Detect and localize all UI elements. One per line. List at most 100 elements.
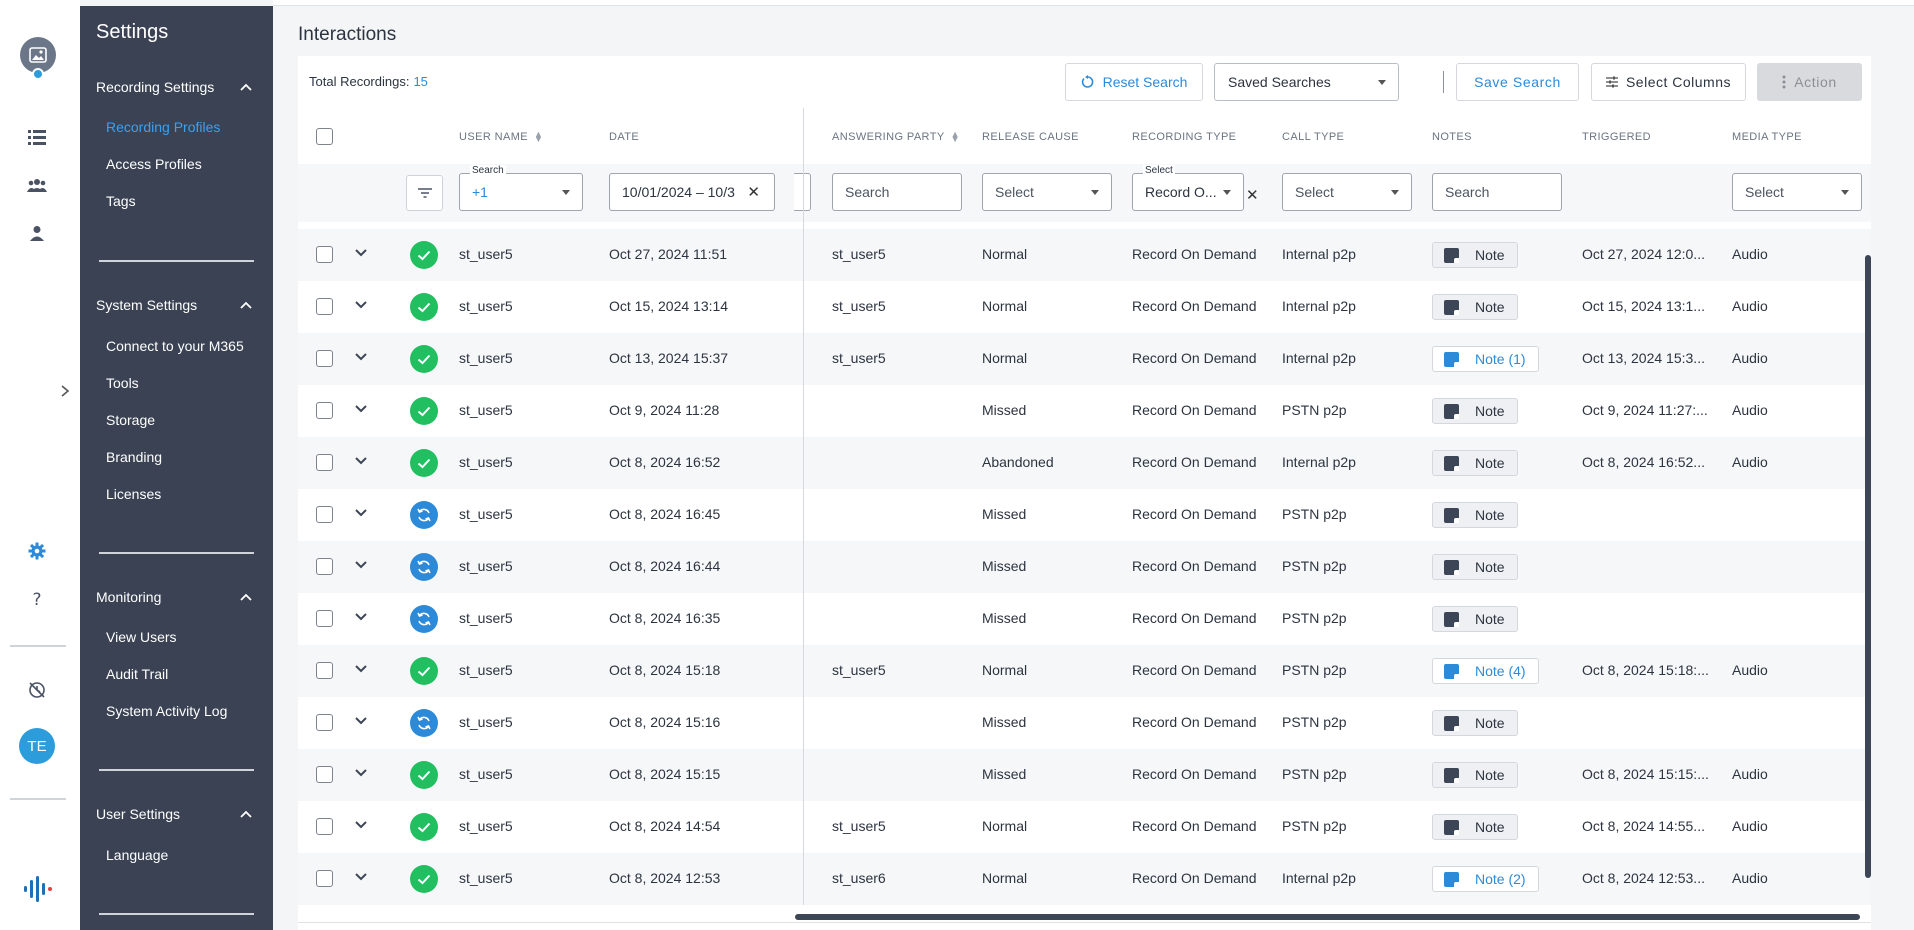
expand-chevron-icon[interactable] bbox=[354, 505, 368, 519]
list-icon[interactable] bbox=[26, 126, 48, 148]
table-row[interactable]: st_user5 Oct 8, 2024 16:45 Missed Record On… bbox=[298, 489, 1871, 541]
row-checkbox[interactable] bbox=[316, 298, 333, 315]
table-row[interactable]: st_user5 Oct 8, 2024 14:54 st_user5 Normal R… bbox=[298, 801, 1871, 853]
person-icon[interactable] bbox=[26, 222, 48, 244]
table-row[interactable]: st_user5 Oct 8, 2024 12:53 st_user6 Normal R… bbox=[298, 853, 1871, 905]
sidebar-item-tags[interactable]: Tags bbox=[106, 193, 136, 209]
header-call-type[interactable]: CALL TYPE bbox=[1282, 131, 1344, 143]
help-icon[interactable]: ? bbox=[26, 589, 48, 611]
reset-search-button[interactable]: Reset Search bbox=[1065, 63, 1203, 101]
sidebar-item-branding[interactable]: Branding bbox=[106, 449, 162, 465]
date-range-filter[interactable]: 10/01/2024 – 10/3 ✕ bbox=[609, 173, 775, 211]
select-all-checkbox[interactable] bbox=[316, 128, 333, 145]
row-checkbox[interactable] bbox=[316, 662, 333, 679]
note-button[interactable]: Note (2) bbox=[1432, 866, 1539, 892]
expand-chevron-icon[interactable] bbox=[354, 713, 368, 727]
sidebar-item-tools[interactable]: Tools bbox=[106, 375, 139, 391]
expand-chevron-icon[interactable] bbox=[354, 401, 368, 415]
table-row[interactable]: st_user5 Oct 15, 2024 13:14 st_user5 Normal… bbox=[298, 281, 1871, 333]
expand-chevron-icon[interactable] bbox=[354, 453, 368, 467]
sidebar-item-view-users[interactable]: View Users bbox=[106, 629, 177, 645]
saved-searches-dropdown[interactable]: Saved Searches bbox=[1214, 63, 1399, 101]
note-button[interactable]: Note bbox=[1432, 606, 1518, 632]
section-monitoring[interactable]: Monitoring bbox=[96, 589, 161, 605]
table-row[interactable]: st_user5 Oct 8, 2024 15:18 st_user5 Normal R… bbox=[298, 645, 1871, 697]
row-checkbox[interactable] bbox=[316, 454, 333, 471]
row-checkbox[interactable] bbox=[316, 870, 333, 887]
notes-filter[interactable]: Search bbox=[1432, 173, 1562, 211]
header-user-name[interactable]: USER NAME ▲ ▼ bbox=[459, 130, 543, 144]
select-columns-button[interactable]: Select Columns bbox=[1591, 63, 1746, 101]
sort-icon[interactable]: ▲ ▼ bbox=[951, 130, 960, 144]
header-recording-type[interactable]: RECORDING TYPE bbox=[1132, 131, 1236, 143]
row-checkbox[interactable] bbox=[316, 506, 333, 523]
expand-chevron-icon[interactable] bbox=[354, 245, 368, 259]
note-button[interactable]: Note (1) bbox=[1432, 346, 1539, 372]
action-button[interactable]: Action bbox=[1757, 63, 1862, 101]
answering-party-filter[interactable]: Search bbox=[832, 173, 962, 211]
note-button[interactable]: Note bbox=[1432, 814, 1518, 840]
sidebar-item-licenses[interactable]: Licenses bbox=[106, 486, 161, 502]
row-checkbox[interactable] bbox=[316, 350, 333, 367]
note-button[interactable]: Note bbox=[1432, 762, 1518, 788]
expand-chevron-icon[interactable] bbox=[60, 384, 74, 398]
vertical-scrollbar[interactable] bbox=[1865, 255, 1871, 878]
chevron-up-icon[interactable] bbox=[240, 298, 252, 312]
expand-chevron-icon[interactable] bbox=[354, 817, 368, 831]
expand-chevron-icon[interactable] bbox=[354, 869, 368, 883]
expand-chevron-icon[interactable] bbox=[354, 609, 368, 623]
note-button[interactable]: Note bbox=[1432, 710, 1518, 736]
filter-toggle-button[interactable] bbox=[406, 175, 443, 211]
note-button[interactable]: Note bbox=[1432, 502, 1518, 528]
note-button[interactable]: Note bbox=[1432, 242, 1518, 268]
note-button[interactable]: Note bbox=[1432, 450, 1518, 476]
sidebar-item-system-activity-log[interactable]: System Activity Log bbox=[106, 703, 227, 719]
expand-chevron-icon[interactable] bbox=[354, 349, 368, 363]
history-icon[interactable] bbox=[26, 679, 48, 701]
chevron-up-icon[interactable] bbox=[240, 590, 252, 604]
chevron-up-icon[interactable] bbox=[240, 807, 252, 821]
header-date[interactable]: DATE bbox=[609, 131, 639, 143]
table-row[interactable]: st_user5 Oct 13, 2024 15:37 st_user5 Normal… bbox=[298, 333, 1871, 385]
section-user-settings[interactable]: User Settings bbox=[96, 806, 180, 822]
header-triggered[interactable]: TRIGGERED bbox=[1582, 131, 1651, 143]
row-checkbox[interactable] bbox=[316, 246, 333, 263]
horizontal-scrollbar[interactable] bbox=[795, 914, 1860, 920]
row-checkbox[interactable] bbox=[316, 714, 333, 731]
save-search-button[interactable]: Save Search bbox=[1456, 63, 1579, 101]
total-count[interactable]: 15 bbox=[413, 74, 427, 89]
row-checkbox[interactable] bbox=[316, 818, 333, 835]
expand-chevron-icon[interactable] bbox=[354, 765, 368, 779]
sidebar-item-connect-m365[interactable]: Connect to your M365 bbox=[106, 338, 244, 354]
note-button[interactable]: Note bbox=[1432, 554, 1518, 580]
table-row[interactable]: st_user5 Oct 27, 2024 11:51 st_user5 Normal… bbox=[298, 229, 1871, 281]
group-icon[interactable] bbox=[26, 174, 48, 196]
row-checkbox[interactable] bbox=[316, 558, 333, 575]
table-row[interactable]: st_user5 Oct 8, 2024 16:44 Missed Record On… bbox=[298, 541, 1871, 593]
user-name-filter[interactable]: +1 bbox=[459, 173, 583, 211]
table-row[interactable]: st_user5 Oct 8, 2024 15:16 Missed Record On… bbox=[298, 697, 1871, 749]
table-row[interactable]: st_user5 Oct 8, 2024 16:35 Missed Record On… bbox=[298, 593, 1871, 645]
sort-icon[interactable]: ▲ ▼ bbox=[534, 130, 543, 144]
section-system-settings[interactable]: System Settings bbox=[96, 297, 197, 313]
sidebar-item-access-profiles[interactable]: Access Profiles bbox=[106, 156, 202, 172]
user-avatar[interactable]: TE bbox=[19, 728, 55, 764]
sidebar-item-recording-profiles[interactable]: Recording Profiles bbox=[106, 119, 220, 135]
chevron-up-icon[interactable] bbox=[240, 80, 252, 94]
table-row[interactable]: st_user5 Oct 8, 2024 16:52 Abandoned Record… bbox=[298, 437, 1871, 489]
recording-type-filter[interactable]: Record O... bbox=[1132, 173, 1244, 211]
expand-chevron-icon[interactable] bbox=[354, 557, 368, 571]
row-checkbox[interactable] bbox=[316, 610, 333, 627]
header-answering-party[interactable]: ANSWERING PARTY ▲ ▼ bbox=[832, 130, 960, 144]
note-button[interactable]: Note bbox=[1432, 294, 1518, 320]
header-release-cause[interactable]: RELEASE CAUSE bbox=[982, 131, 1079, 143]
header-media-type[interactable]: MEDIA TYPE bbox=[1732, 131, 1802, 143]
sidebar-item-language[interactable]: Language bbox=[106, 847, 168, 863]
table-row[interactable]: st_user5 Oct 8, 2024 15:15 Missed Record On… bbox=[298, 749, 1871, 801]
clear-icon[interactable]: ✕ bbox=[747, 183, 760, 201]
sidebar-item-storage[interactable]: Storage bbox=[106, 412, 155, 428]
gear-icon[interactable] bbox=[26, 540, 48, 562]
section-recording-settings[interactable]: Recording Settings bbox=[96, 79, 214, 95]
expand-chevron-icon[interactable] bbox=[354, 297, 368, 311]
media-type-filter[interactable]: Select bbox=[1732, 173, 1862, 211]
